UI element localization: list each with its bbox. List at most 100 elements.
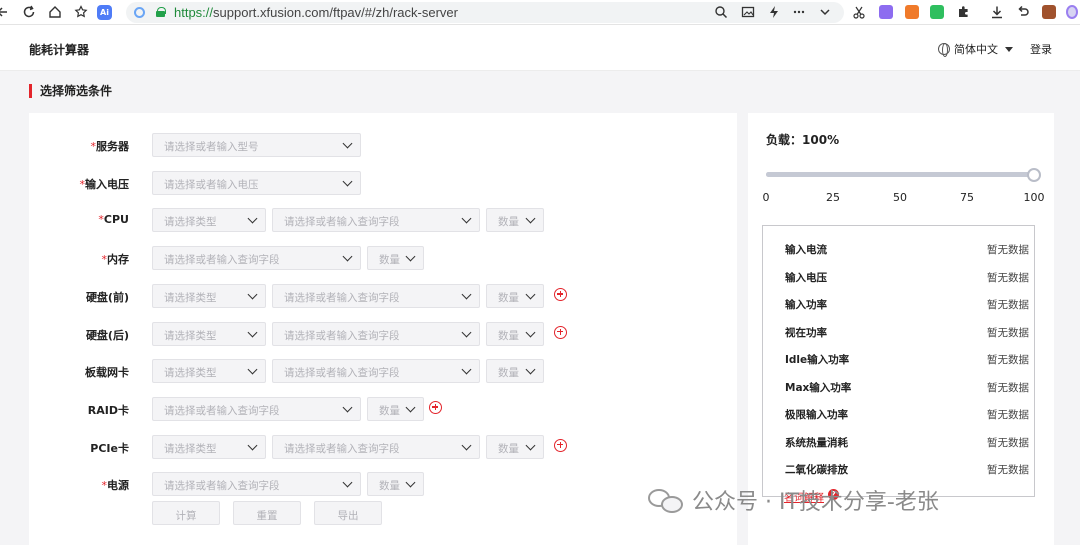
lightning-icon[interactable] — [765, 3, 783, 21]
add-item-icon[interactable] — [554, 325, 567, 339]
url-text[interactable]: https://support.xfusion.com/ftpav/#/zh/r… — [174, 5, 458, 20]
form-row: 板载网卡 请选择类型 请选择或者输入查询字段 数量 — [29, 359, 737, 384]
image-icon[interactable] — [739, 3, 757, 21]
form-row-label: 板载网卡 — [29, 364, 129, 380]
translate-icon[interactable] — [879, 5, 893, 19]
result-row: Idle输入功率 暂无数据 — [785, 352, 1029, 368]
select-placeholder: 请选择或者输入查询字段 — [284, 291, 400, 304]
slider-tick-label: 100 — [1023, 191, 1045, 204]
select-placeholder: 请选择类型 — [164, 367, 217, 380]
query-select[interactable]: 请选择或者输入查询字段 — [152, 396, 361, 421]
select-placeholder: 请选择或者输入型号 — [164, 141, 259, 153]
result-row: Max输入功率 暂无数据 — [785, 380, 1029, 396]
quantity-select[interactable]: 数量 — [367, 246, 424, 271]
form-row: *服务器 请选择或者输入型号 — [29, 133, 737, 157]
back-arrow-icon[interactable] — [0, 3, 12, 21]
select-placeholder: 数量 — [498, 291, 519, 304]
profile-icon[interactable] — [1066, 5, 1078, 19]
chevron-down-icon — [461, 327, 472, 337]
home-icon[interactable] — [46, 3, 64, 21]
label-text: 服务器 — [96, 140, 129, 153]
slider-tick-label: 50 — [893, 191, 907, 204]
query-select[interactable]: 请选择或者输入查询字段 — [272, 434, 480, 459]
export-button[interactable]: 导出 — [314, 501, 382, 525]
chevron-down-icon — [525, 327, 536, 337]
reset-button[interactable]: 重置 — [233, 501, 301, 525]
login-link[interactable]: 登录 — [1030, 41, 1052, 57]
add-item-icon[interactable] — [429, 400, 442, 414]
quantity-select[interactable]: 数量 — [486, 208, 544, 233]
ai-icon[interactable]: Ai — [97, 5, 112, 20]
select-placeholder: 数量 — [498, 442, 519, 455]
wechat-icon[interactable] — [930, 5, 944, 19]
extensions-icon[interactable] — [954, 3, 972, 21]
query-select[interactable]: 请选择或者输入查询字段 — [272, 321, 480, 346]
select-placeholder: 数量 — [379, 404, 400, 417]
type-select[interactable]: 请选择类型 — [152, 208, 266, 233]
filter-form-panel: *服务器 请选择或者输入型号 *输入电压 请选择或者输入电压 *CPU 请选择类型 请选择或… — [29, 113, 737, 545]
more-icon[interactable] — [790, 3, 808, 21]
load-slider-handle[interactable] — [1027, 168, 1041, 182]
briefcase-icon[interactable] — [1042, 5, 1056, 19]
download-icon[interactable] — [988, 3, 1006, 21]
query-select[interactable]: 请选择或者输入查询字段 — [152, 246, 361, 271]
language-switcher[interactable]: 简体中文 — [938, 41, 1013, 57]
query-select[interactable]: 请选择或者输入查询字段 — [272, 283, 480, 308]
load-slider-track[interactable] — [766, 172, 1034, 177]
form-row: PCIe卡 请选择类型 请选择或者输入查询字段 数量 — [29, 434, 737, 459]
form-row-label: 硬盘(前) — [29, 289, 129, 305]
result-row: 系统热量消耗 暂无数据 — [785, 435, 1029, 451]
query-select[interactable]: 请选择或者输入查询字段 — [272, 208, 480, 233]
quantity-select[interactable]: 数量 — [486, 283, 544, 308]
label-text: CPU — [103, 213, 129, 227]
section-title: 选择筛选条件 — [29, 84, 112, 98]
form-row: 硬盘(后) 请选择类型 请选择或者输入查询字段 数量 — [29, 321, 737, 346]
add-item-icon[interactable] — [554, 287, 567, 301]
chevron-down-icon[interactable] — [816, 3, 834, 21]
select-placeholder: 数量 — [498, 216, 519, 229]
add-item-icon[interactable] — [554, 438, 567, 452]
search-icon[interactable] — [712, 3, 730, 21]
quantity-select[interactable]: 数量 — [486, 321, 544, 346]
result-row: 二氧化碳排放 暂无数据 — [785, 462, 1029, 478]
calculate-button[interactable]: 计算 — [152, 501, 220, 525]
select-placeholder: 请选择或者输入查询字段 — [164, 480, 280, 493]
select-placeholder: 请选择或者输入查询字段 — [164, 254, 280, 267]
select-placeholder: 请选择类型 — [164, 291, 217, 304]
load-slider-fill — [766, 172, 1034, 177]
query-select[interactable]: 请选择或者输入查询字段 — [272, 359, 480, 384]
form-row: *内存 请选择或者输入查询字段 数量 — [29, 246, 737, 271]
select-placeholder: 请选择或者输入查询字段 — [284, 367, 400, 380]
select-placeholder: 数量 — [379, 254, 400, 267]
favorite-icon[interactable] — [72, 3, 90, 21]
quantity-select[interactable]: 数量 — [367, 472, 424, 497]
chevron-down-icon — [405, 402, 416, 413]
app-title: 能耗计算器 — [29, 43, 90, 57]
quantity-select[interactable]: 数量 — [486, 434, 544, 459]
game-icon[interactable] — [905, 5, 919, 19]
cut-icon[interactable] — [850, 3, 868, 21]
select-placeholder: 数量 — [379, 480, 400, 493]
select-placeholder: 请选择类型 — [164, 442, 217, 455]
type-select[interactable]: 请选择类型 — [152, 321, 266, 346]
query-select[interactable]: 请选择或者输入电压 — [152, 170, 361, 195]
result-value: 暂无数据 — [987, 436, 1029, 449]
quantity-select[interactable]: 数量 — [367, 396, 424, 421]
query-select[interactable]: 请选择或者输入查询字段 — [152, 472, 361, 497]
chevron-down-icon — [461, 213, 472, 224]
form-row: *电源 请选择或者输入查询字段 数量 — [29, 472, 737, 497]
address-bar[interactable]: https://support.xfusion.com/ftpav/#/zh/r… — [126, 2, 844, 23]
reload-icon[interactable] — [20, 3, 38, 21]
type-select[interactable]: 请选择类型 — [152, 359, 266, 384]
type-select[interactable]: 请选择类型 — [152, 434, 266, 459]
undo-icon[interactable] — [1014, 3, 1032, 21]
type-select[interactable]: 请选择类型 — [152, 283, 266, 308]
query-select[interactable]: 请选择或者输入型号 — [152, 133, 361, 157]
result-box: 输入电流 暂无数据 输入电压 暂无数据 输入功率 暂无数据 视在功率 暂无数据 Idle输入功率… — [762, 225, 1035, 497]
chevron-down-icon — [342, 251, 353, 262]
quantity-select[interactable]: 数量 — [486, 359, 544, 384]
chevron-down-icon — [405, 477, 416, 488]
slider-tick-label: 75 — [960, 191, 974, 204]
site-info-icon[interactable] — [134, 7, 145, 18]
select-placeholder: 请选择或者输入电压 — [164, 178, 259, 191]
